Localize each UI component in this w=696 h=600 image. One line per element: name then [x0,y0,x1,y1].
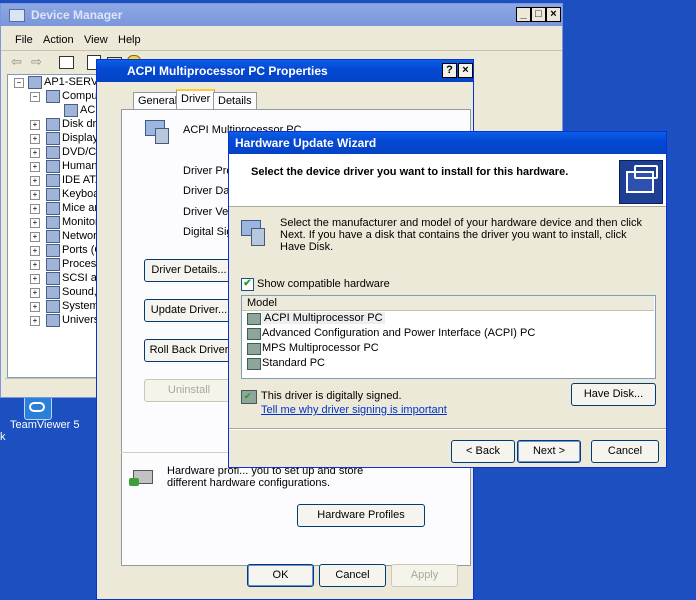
wizard-header [229,154,666,207]
tab-details[interactable]: Details [213,92,257,110]
driver-signing-link[interactable]: Tell me why driver signing is important [261,404,447,416]
ok-button[interactable]: OK [247,564,314,587]
desktop-edge-text: k [0,431,6,443]
tree-expand-toggle[interactable]: + [30,316,40,326]
tree-expand-toggle[interactable]: + [30,162,40,172]
tree-expand-toggle[interactable]: − [30,92,40,102]
device-category-icon [46,314,60,327]
properties-titlebar[interactable]: ACPI Multiprocessor PC Properties [97,60,473,82]
tab-driver[interactable]: Driver [176,89,216,110]
maximize-button[interactable]: □ [531,7,546,22]
hardware-update-wizard: Hardware Update Wizard Select the device… [228,131,667,468]
device-category-icon [46,258,60,271]
menu-help[interactable]: Help [118,34,141,46]
device-computer-icon [145,120,169,144]
device-category-icon [46,286,60,299]
roll-back-driver-button[interactable]: Roll Back Driver [144,339,234,362]
device-category-icon [28,76,42,89]
forward-arrow-icon[interactable]: ⇨ [31,54,42,70]
driver-signed-icon [247,313,261,325]
menu-action[interactable]: Action [43,34,74,46]
tree-expand-toggle[interactable]: + [30,218,40,228]
device-category-icon [46,300,60,313]
properties-title: ACPI Multiprocessor PC Properties [127,64,328,78]
driver-signed-icon [247,343,261,355]
teamviewer-label: TeamViewer 5 [10,419,80,431]
device-manager-titlebar[interactable]: Device Manager [1,4,562,26]
wizard-cancel-button[interactable]: Cancel [591,440,659,463]
wizard-hardware-icon [619,160,663,204]
teamviewer-arrows-icon [29,402,45,412]
tree-expand-toggle[interactable]: + [30,260,40,270]
tree-expand-toggle[interactable]: + [30,302,40,312]
device-category-icon [46,146,60,159]
device-category-icon [46,202,60,215]
tree-root-toggle[interactable]: − [14,78,24,88]
model-header-label: Model [247,297,277,309]
driver-details-button[interactable]: Driver Details... [144,259,234,282]
back-button[interactable]: < Back [451,440,515,463]
update-driver-button[interactable]: Update Driver... [144,299,234,322]
device-manager-title: Device Manager [31,8,123,22]
uninstall-button[interactable]: Uninstall [144,379,234,402]
device-category-icon [46,160,60,173]
tab-general[interactable]: General [133,92,183,110]
tree-expand-toggle[interactable]: + [30,148,40,158]
menu-bar: File Action View Help [1,30,562,48]
device-category-icon [46,90,60,103]
model-column-header[interactable] [242,296,654,311]
device-manager-app-icon [9,9,25,23]
hardware-profile-icon [129,468,153,488]
show-compatible-checkbox[interactable]: ✔ [241,278,254,291]
hardware-profile-text: Hardware profi... you to set up and stor… [167,465,364,489]
wizard-computer-icon [241,220,267,246]
driver-signed-icon [247,358,261,370]
show-hide-tree-icon[interactable] [59,56,74,69]
wizard-instructions: Select the manufacturer and model of you… [280,217,642,253]
model-list-item[interactable]: Advanced Configuration and Power Interfa… [262,327,535,339]
tree-expand-toggle[interactable]: + [30,176,40,186]
device-category-icon [46,272,60,285]
wizard-footer-divider [229,428,666,430]
tree-expand-toggle[interactable]: + [30,120,40,130]
back-arrow-icon[interactable]: ⇦ [11,54,22,70]
close-button[interactable]: × [546,7,561,22]
signed-driver-icon: ✔ [241,390,257,404]
tree-expand-toggle[interactable]: + [30,232,40,242]
model-list-item[interactable]: ACPI Multiprocessor PC [262,312,385,324]
tree-expand-toggle[interactable]: + [30,246,40,256]
tree-expand-toggle[interactable]: + [30,274,40,284]
signed-driver-text: This driver is digitally signed. [261,390,402,402]
properties-help-button[interactable]: ? [442,63,457,78]
tree-expand-toggle[interactable]: + [30,204,40,214]
device-category-icon [46,230,60,243]
wizard-title: Hardware Update Wizard [235,136,377,150]
tree-expand-toggle[interactable]: + [30,134,40,144]
properties-cancel-button[interactable]: Cancel [319,564,386,587]
device-category-icon [46,216,60,229]
apply-button[interactable]: Apply [391,564,458,587]
wizard-heading: Select the device driver you want to ins… [251,166,569,178]
tree-expand-toggle[interactable]: + [30,288,40,298]
hardware-profiles-button[interactable]: Hardware Profiles [297,504,425,527]
driver-signed-icon [247,328,261,340]
tree-expand-toggle[interactable]: + [30,190,40,200]
device-category-icon [46,174,60,187]
next-button[interactable]: Next > [517,440,581,463]
model-list-item[interactable]: Standard PC [262,357,325,369]
device-category-icon [46,244,60,257]
menu-view[interactable]: View [84,34,108,46]
minimize-button[interactable]: _ [516,7,531,22]
wizard-titlebar[interactable]: Hardware Update Wizard [229,132,666,154]
menu-file[interactable]: File [15,34,33,46]
device-category-icon [46,188,60,201]
have-disk-button[interactable]: Have Disk... [571,383,656,406]
properties-close-button[interactable]: × [458,63,473,78]
device-category-icon [46,118,60,131]
teamviewer-desktop-icon[interactable] [24,396,52,420]
device-category-icon [46,132,60,145]
show-compatible-label[interactable]: Show compatible hardware [257,278,390,290]
model-list-item[interactable]: MPS Multiprocessor PC [262,342,379,354]
device-category-icon [64,104,78,117]
